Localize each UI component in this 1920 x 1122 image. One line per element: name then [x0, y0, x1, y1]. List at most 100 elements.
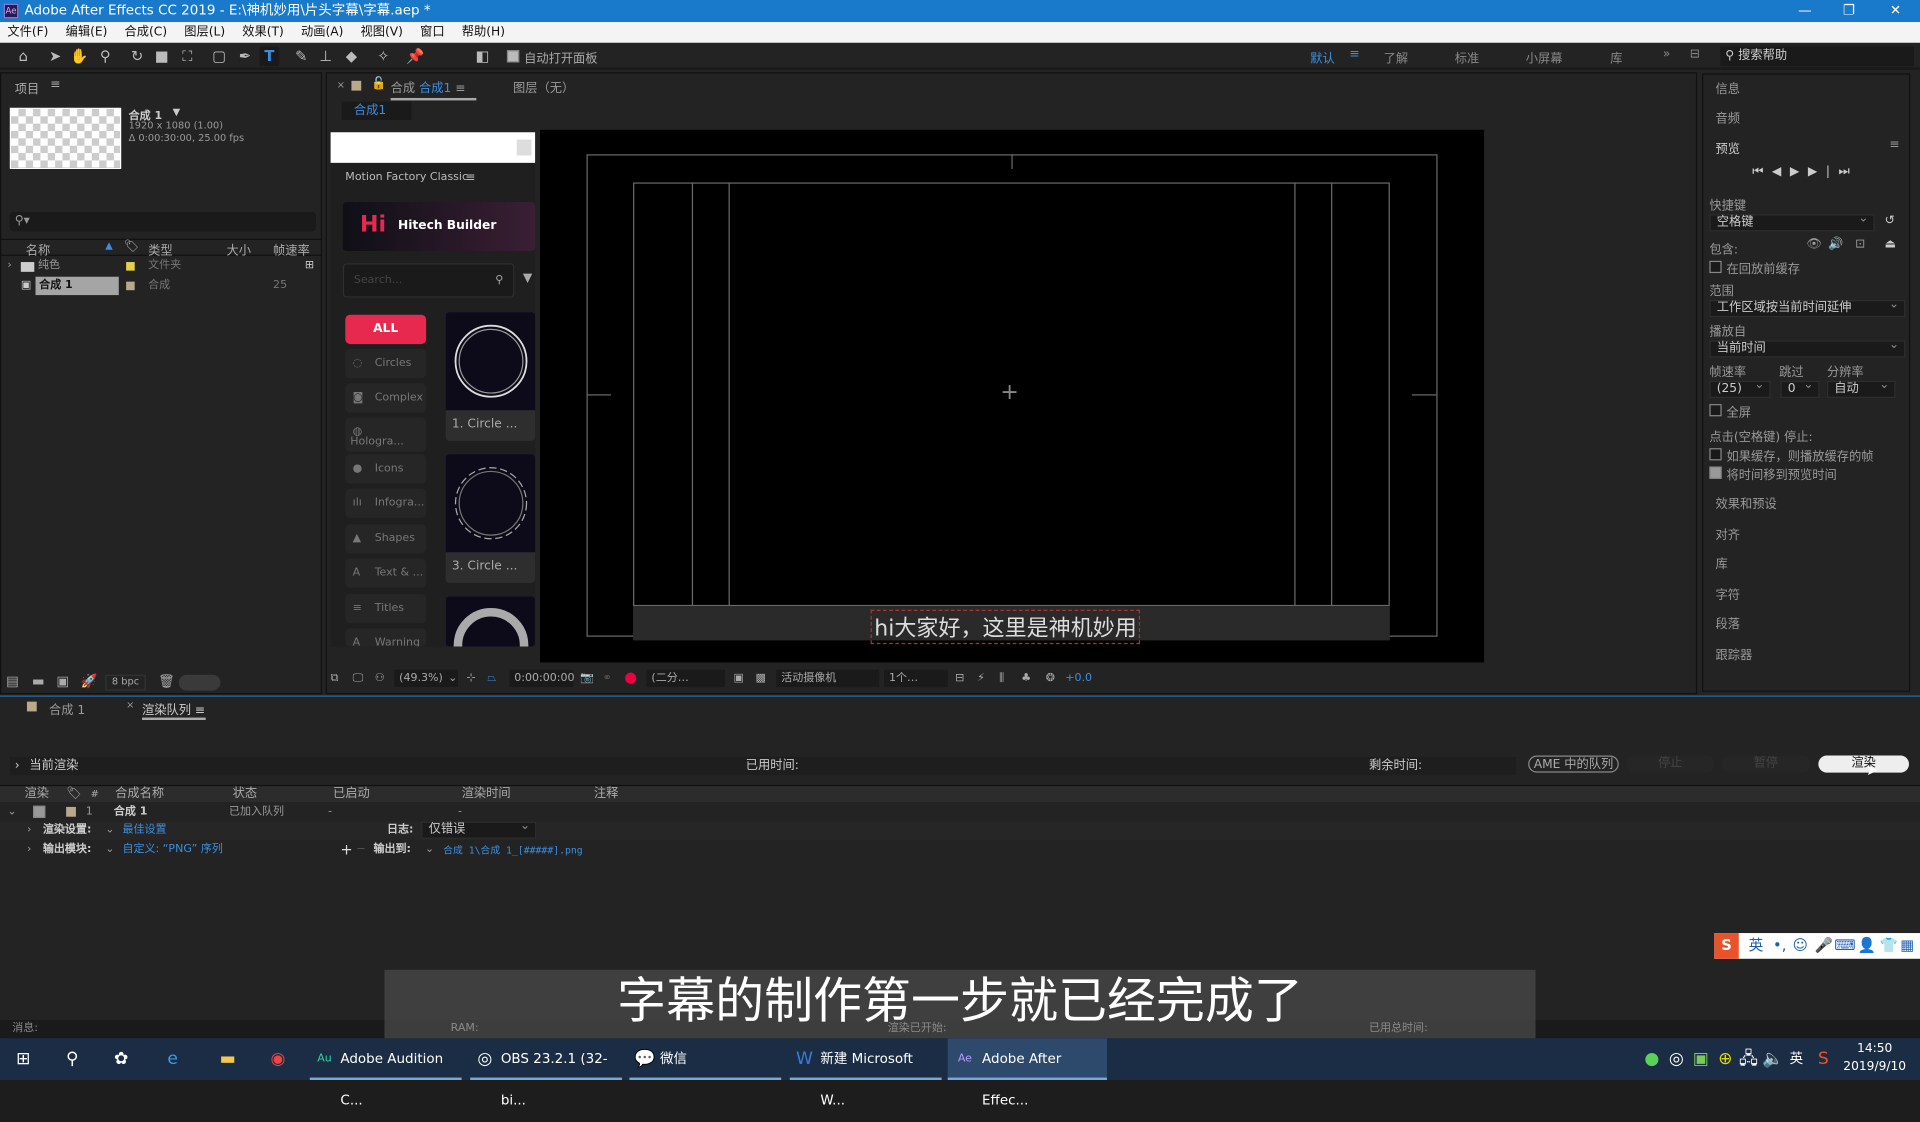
skin-icon[interactable]: 👕 [1880, 933, 1898, 959]
views-select[interactable]: 1个… [884, 669, 948, 687]
fps-select[interactable]: (25) [1709, 378, 1771, 398]
tray-ime[interactable]: 英 [1787, 1049, 1807, 1069]
network-icon[interactable]: 🖧 [1739, 1049, 1759, 1069]
new-comp-icon[interactable]: ▣ [56, 673, 69, 689]
category-infographics[interactable]: ılı Infogra... [345, 488, 427, 518]
menu-animation[interactable]: 动画(A) [301, 26, 343, 39]
channels-icon[interactable]: ⬤ [624, 669, 636, 689]
mask-visibility-icon[interactable]: ⚇ [375, 669, 385, 689]
menu-help[interactable]: 帮助(H) [462, 26, 505, 39]
template-thumb[interactable]: 1. Circle ... [445, 312, 536, 441]
minimize-button[interactable]: — [1783, 0, 1827, 22]
tray-360-icon[interactable]: ⊕ [1716, 1049, 1736, 1069]
region-of-interest-icon[interactable]: ▣ [733, 669, 743, 689]
taskbar-word[interactable]: W 新建 Microsoft W... [789, 1038, 942, 1108]
menu-view[interactable]: 视图(V) [361, 26, 403, 39]
output-path-link[interactable]: 合成 1\合成 1_[#####].png [443, 841, 582, 859]
bpc-button[interactable]: 8 bpc [105, 674, 146, 691]
export-icon[interactable]: ⏏ [1884, 238, 1896, 251]
paragraph-tab[interactable]: 段落 [1716, 613, 1740, 631]
render-checkbox[interactable] [33, 805, 46, 818]
play-from-select[interactable]: 当前时间 [1709, 338, 1906, 358]
cache-before-checkbox[interactable] [1709, 260, 1722, 274]
chevron-down-icon[interactable]: ⌄ [105, 841, 114, 859]
monitor-icon[interactable]: 🖵 [353, 669, 364, 689]
new-folder-icon[interactable]: ▬ [32, 673, 45, 689]
col-name[interactable]: 名称 [26, 240, 50, 258]
workspace-learn[interactable]: 了解 [1384, 48, 1408, 66]
col-size[interactable]: 大小 [227, 240, 251, 258]
extension-menu-icon[interactable]: ≡ [465, 171, 475, 184]
emoji-icon[interactable]: ☺ [1793, 933, 1808, 959]
clock-time[interactable]: 14:50 [1843, 1042, 1907, 1055]
resolution-select[interactable]: (二分… [646, 669, 725, 687]
preview-panel-tab[interactable]: 预览 [1716, 138, 1740, 156]
dropdown-icon[interactable]: ▼ [173, 107, 181, 118]
category-icons[interactable]: ● Icons [345, 454, 427, 484]
text-layer[interactable]: hi大家好，这里是神机妙用 [870, 609, 1141, 645]
tray-nvidia-icon[interactable]: ▣ [1691, 1049, 1711, 1069]
rotate-tool-icon[interactable]: ↻ [127, 47, 147, 67]
hand-tool-icon[interactable]: ✋ [70, 47, 90, 67]
delete-icon[interactable]: 🗑 [158, 673, 175, 689]
microphone-icon[interactable]: 🎤 [1815, 933, 1833, 959]
label-color[interactable] [126, 281, 135, 291]
panel-toggle-icon[interactable]: ◧ [473, 47, 493, 67]
punctuation-icon[interactable]: •, [1773, 933, 1786, 959]
col-number[interactable]: # [91, 786, 99, 803]
col-render-time[interactable]: 渲染时间 [462, 786, 511, 803]
menu-edit[interactable]: 编辑(E) [66, 26, 108, 39]
menu-window[interactable]: 窗口 [420, 26, 444, 39]
workspace-small-screen[interactable]: 小屏幕 [1526, 48, 1563, 66]
extension-close[interactable] [516, 139, 532, 156]
render-button[interactable]: 渲染 [1818, 755, 1909, 773]
tray-sogou-icon[interactable]: S [1813, 1049, 1833, 1069]
show-snapshot-icon[interactable]: ⚭ [602, 669, 611, 689]
more-workspaces-icon[interactable]: » [1663, 48, 1671, 61]
flowchart-icon[interactable]: ♣ [1021, 669, 1031, 689]
add-output-icon[interactable]: + [340, 841, 352, 859]
info-panel-tab[interactable]: 信息 [1716, 78, 1740, 96]
move-time-checkbox[interactable] [1709, 466, 1722, 479]
clone-stamp-tool-icon[interactable]: ⊥ [316, 47, 336, 67]
reset-exposure-icon[interactable]: ❂ [1046, 669, 1055, 689]
workspace-default[interactable]: 默认 [1310, 48, 1334, 66]
collapse-icon[interactable]: ⌄ [7, 803, 16, 821]
effects-presets-tab[interactable]: 效果和预设 [1716, 493, 1777, 511]
tracker-tab[interactable]: 跟踪器 [1716, 644, 1753, 662]
render-settings-link[interactable]: 最佳设置 [122, 822, 166, 840]
tab-comp1[interactable]: 合成 1 [49, 699, 85, 717]
project-search-input[interactable]: ⚲▾ [9, 211, 316, 232]
rectangle-tool-icon[interactable]: ▢ [209, 47, 229, 67]
close-tab-icon[interactable]: × [337, 80, 345, 91]
flowchart-icon[interactable]: ⊞ [305, 257, 314, 275]
zoom-tool-icon[interactable]: ⚲ [96, 47, 116, 67]
output-module-link[interactable]: 自定义: “PNG” 序列 [122, 841, 222, 859]
category-warning[interactable]: A Warning [345, 628, 427, 647]
ime-mode[interactable]: 英 [1749, 933, 1764, 959]
shortcut-select[interactable]: 空格键 [1709, 212, 1875, 232]
skip-select[interactable]: 0 [1780, 378, 1820, 398]
toggle-pixel-icon[interactable]: ⊟ [955, 669, 964, 689]
pause-button[interactable]: 暂停 [1721, 755, 1810, 773]
play-icon[interactable]: ▶ [1790, 165, 1808, 178]
volume-icon[interactable]: 🔈 [1762, 1049, 1783, 1069]
search-icon[interactable]: ⚲ [62, 1049, 82, 1069]
tray-wechat-icon[interactable]: ● [1642, 1049, 1662, 1069]
align-tab[interactable]: 对齐 [1716, 524, 1740, 542]
home-icon[interactable]: ⌂ [13, 47, 33, 67]
if-cached-checkbox[interactable] [1709, 448, 1722, 461]
pen-tool-icon[interactable]: ✒ [235, 47, 255, 67]
transparency-grid-icon[interactable]: ▩ [756, 669, 766, 689]
always-preview-icon[interactable]: ⧉ [331, 669, 339, 689]
workspace-panel-icon[interactable]: ⊟ [1690, 48, 1700, 61]
next-frame-icon[interactable]: ▶| [1808, 165, 1839, 178]
taskbar-audition[interactable]: Au Adobe Audition C... [309, 1038, 462, 1108]
workspace-library[interactable]: 库 [1610, 48, 1622, 66]
eraser-tool-icon[interactable]: ◆ [342, 47, 362, 67]
category-circles[interactable]: ◌ Circles [345, 348, 427, 379]
composition-viewer[interactable]: + hi大家好，这里是神机妙用 [540, 129, 1485, 663]
clock-date[interactable]: 2019/9/10 [1843, 1060, 1907, 1073]
panel-menu-icon[interactable]: ≡ [1889, 138, 1899, 151]
taskbar-wechat[interactable]: 💬 微信 [629, 1038, 782, 1081]
